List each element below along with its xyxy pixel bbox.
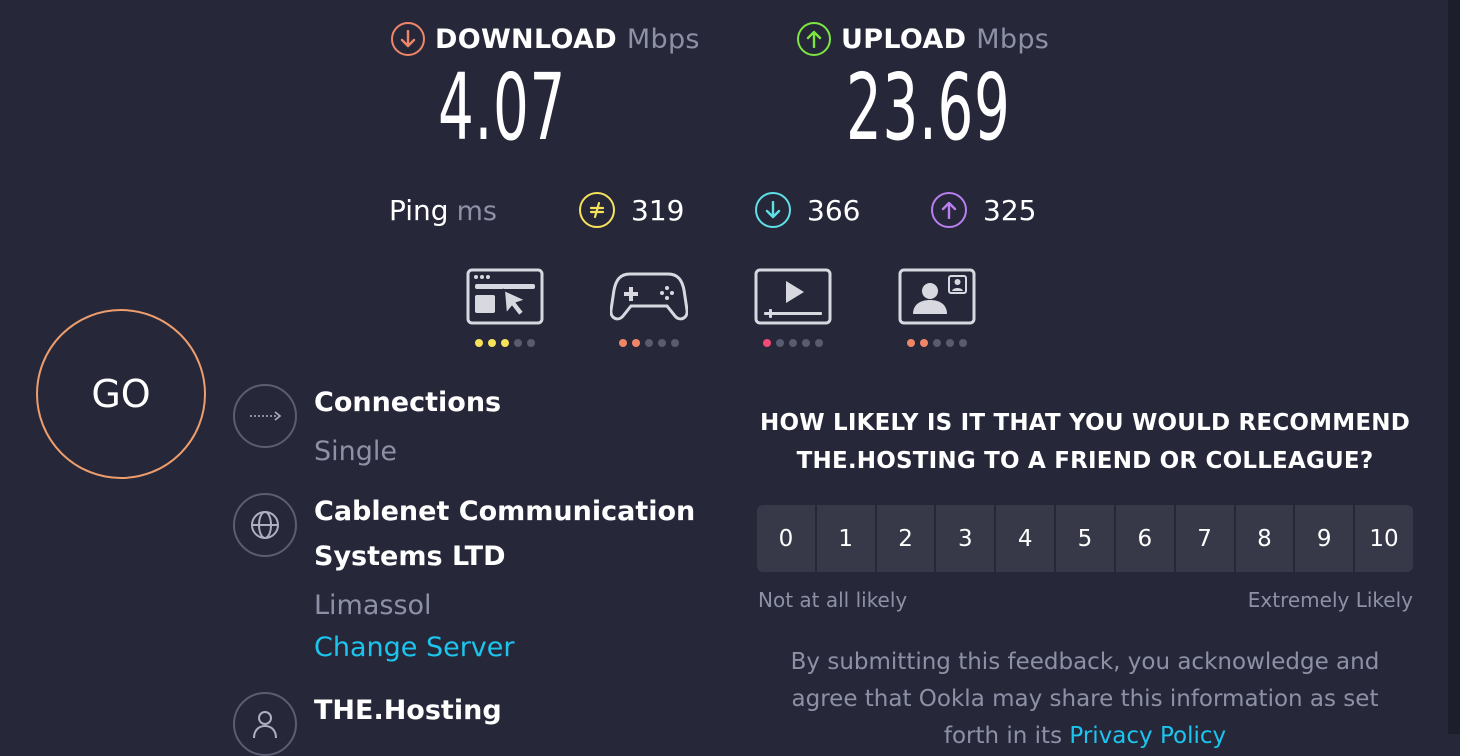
upload-label: UPLOAD (841, 23, 967, 55)
disclaimer-line3-text: forth in its (943, 723, 1070, 749)
app-rating-gaming[interactable] (610, 268, 688, 347)
host-name: THE.Hosting (314, 695, 502, 726)
download-label: DOWNLOAD (435, 23, 617, 55)
upload-arrow-icon (797, 22, 831, 56)
rating-dot (776, 339, 784, 347)
ping-idle: 319 (579, 192, 684, 228)
rating-dot (488, 339, 496, 347)
rating-dot (907, 339, 915, 347)
survey-question-line2: THE.HOSTING TO A FRIEND OR COLLEAGUE? (796, 448, 1374, 474)
rating-dot (815, 339, 823, 347)
rating-dot (946, 339, 954, 347)
server-name-line2: Systems LTD (314, 541, 506, 572)
go-button[interactable]: GO (36, 309, 206, 479)
video-chat-rating-dots (898, 339, 976, 347)
privacy-policy-link[interactable]: Privacy Policy (1069, 723, 1226, 749)
connections-title: Connections (314, 387, 502, 418)
ping-unit: ms (456, 196, 497, 227)
scale-option-1[interactable]: 1 (816, 505, 875, 572)
scale-option-10[interactable]: 10 (1355, 505, 1413, 572)
download-value: 4.07 (438, 54, 566, 161)
scale-option-5[interactable]: 5 (1056, 505, 1114, 572)
rating-dot (920, 339, 928, 347)
server-name-line1: Cablenet Communication (314, 496, 696, 527)
ping-download-icon (755, 192, 791, 228)
ping-label: Ping ms (389, 194, 497, 227)
video-chat-icon (898, 268, 976, 325)
rating-dot (619, 339, 627, 347)
upload-unit: Mbps (976, 23, 1050, 55)
ping-download: 366 (755, 192, 860, 228)
survey-question-line1: HOW LIKELY IS IT THAT YOU WOULD RECOMMEN… (760, 410, 1410, 436)
scale-option-8[interactable]: 8 (1235, 505, 1294, 572)
rating-dot (671, 339, 679, 347)
server-location: Limassol (314, 590, 432, 621)
rating-dot (475, 339, 483, 347)
scale-low-label: Not at all likely (758, 588, 908, 612)
video-streaming-icon (754, 268, 832, 325)
scale-option-0[interactable]: 0 (757, 505, 815, 572)
rating-dot (514, 339, 522, 347)
rating-dot (501, 339, 509, 347)
change-server-link[interactable]: Change Server (314, 632, 515, 663)
gaming-controller-icon (610, 272, 688, 321)
disclaimer-line1: By submitting this feedback, you acknowl… (790, 649, 1380, 675)
globe-icon (233, 493, 297, 557)
rating-dot (763, 339, 771, 347)
disclaimer-line3: forth in its Privacy Policy (757, 718, 1413, 755)
scale-high-label: Extremely Likely (1247, 588, 1413, 612)
web-browsing-rating-dots (466, 339, 544, 347)
scale-option-9[interactable]: 9 (1295, 505, 1354, 572)
ping-idle-icon (579, 192, 615, 228)
ping-upload: 325 (931, 192, 1036, 228)
rating-dot (959, 339, 967, 347)
ping-label-text: Ping (389, 194, 449, 227)
scale-option-7[interactable]: 7 (1175, 505, 1234, 572)
scale-option-4[interactable]: 4 (996, 505, 1055, 572)
gaming-rating-dots (610, 339, 688, 347)
user-icon (233, 692, 297, 756)
upload-header: UPLOAD Mbps (797, 22, 1049, 56)
ping-upload-value: 325 (983, 193, 1037, 227)
rating-dot (933, 339, 941, 347)
survey-scale: 0 1 2 3 4 5 6 7 8 9 10 (757, 505, 1413, 572)
scale-option-2[interactable]: 2 (876, 505, 935, 572)
rating-dot (645, 339, 653, 347)
scale-option-3[interactable]: 3 (936, 505, 995, 572)
download-unit: Mbps (626, 23, 700, 55)
rating-dot (658, 339, 666, 347)
rating-dot (802, 339, 810, 347)
connections-value: Single (314, 436, 398, 467)
app-rating-video-streaming[interactable] (754, 268, 832, 347)
video-streaming-rating-dots (754, 339, 832, 347)
app-rating-web-browsing[interactable] (466, 268, 544, 347)
survey-question: HOW LIKELY IS IT THAT YOU WOULD RECOMMEN… (757, 404, 1413, 480)
download-header: DOWNLOAD Mbps (391, 22, 700, 56)
rating-dot (527, 339, 535, 347)
web-browsing-icon (466, 268, 544, 325)
ping-download-value: 366 (807, 193, 861, 227)
survey-disclaimer: By submitting this feedback, you acknowl… (757, 644, 1413, 755)
connections-icon[interactable] (233, 384, 297, 448)
window-edge (1448, 0, 1460, 734)
scale-option-6[interactable]: 6 (1115, 505, 1174, 572)
disclaimer-line2: agree that Ookla may share this informat… (791, 686, 1379, 712)
upload-value: 23.69 (846, 54, 1011, 161)
app-rating-video-chat[interactable] (898, 268, 976, 347)
rating-dot (632, 339, 640, 347)
ping-idle-value: 319 (631, 193, 685, 227)
ping-upload-icon (931, 192, 967, 228)
download-arrow-icon (391, 22, 425, 56)
rating-dot (789, 339, 797, 347)
